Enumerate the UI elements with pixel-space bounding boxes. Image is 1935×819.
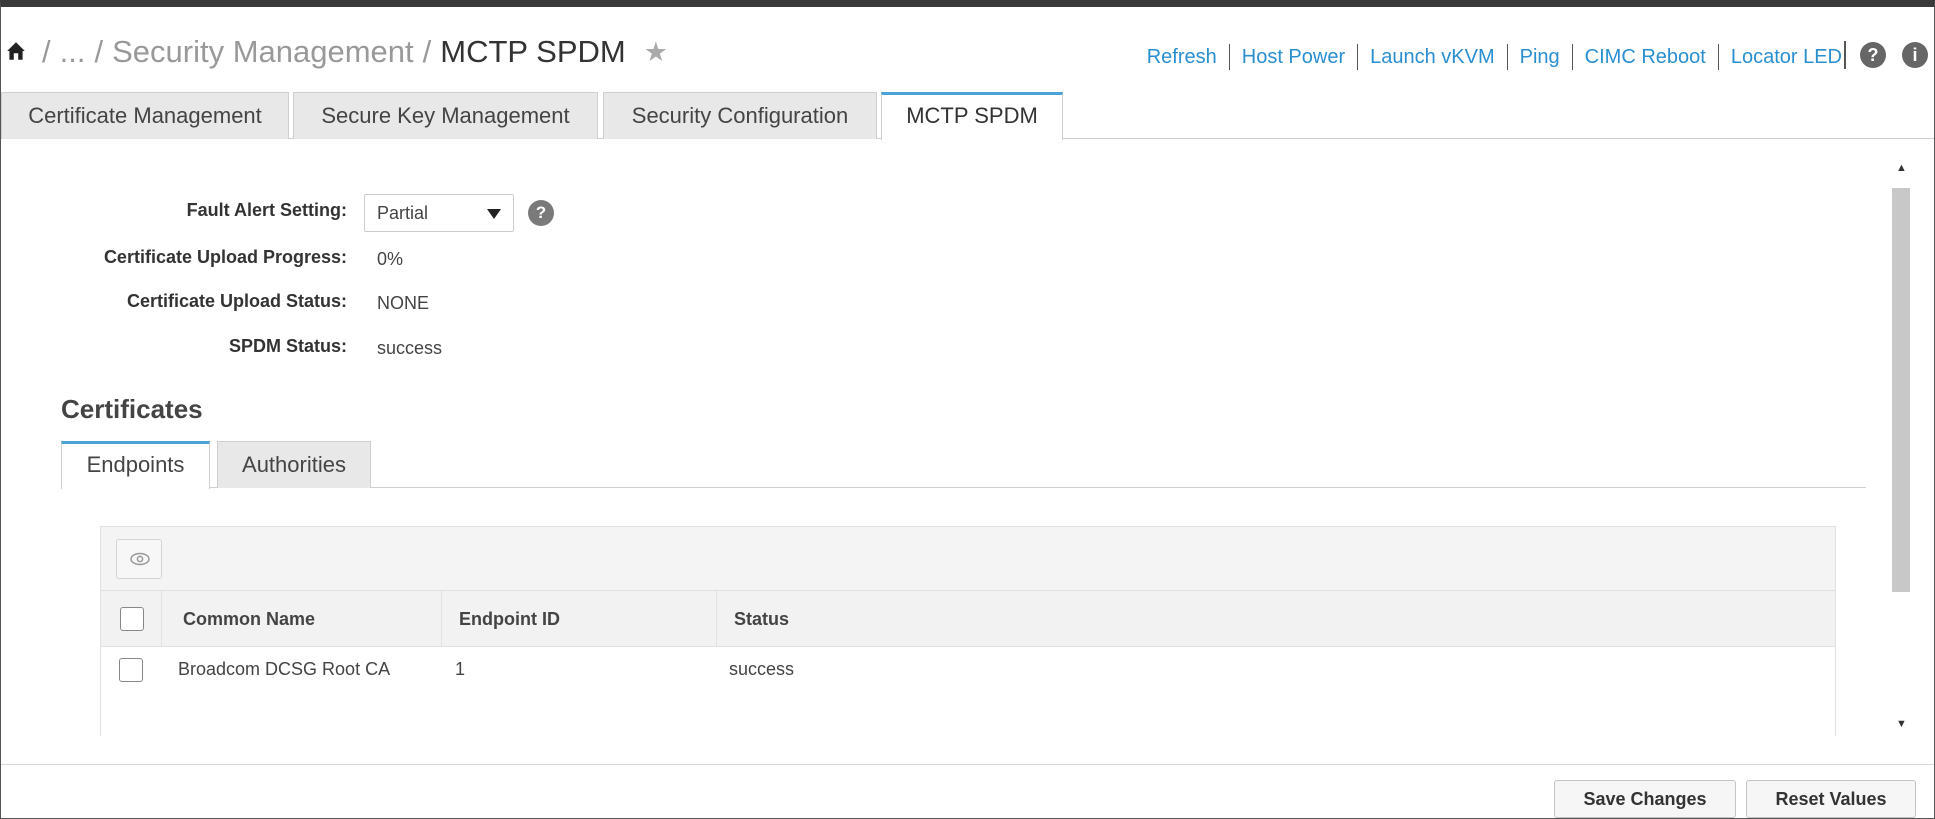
launch-vkvm-link[interactable]: Launch vKVM	[1370, 46, 1495, 69]
main-tabs: Certificate Management Secure Key Manage…	[1, 92, 1934, 140]
page-header: / ... / Security Management / MCTP SPDM …	[1, 14, 1934, 92]
action-divider	[1506, 44, 1508, 70]
cimc-reboot-link[interactable]: CIMC Reboot	[1585, 46, 1706, 69]
scroll-down-arrow-icon[interactable]: ▼	[1896, 718, 1907, 730]
cell-endpoint-id: 1	[455, 659, 466, 679]
fault-alert-setting-select[interactable]: Partial	[364, 194, 514, 232]
column-header-common-name[interactable]: Common Name	[183, 591, 315, 647]
breadcrumb-parent[interactable]: Security Management	[112, 34, 414, 70]
breadcrumb: / ... / Security Management / MCTP SPDM …	[33, 34, 668, 70]
page-title: MCTP SPDM	[440, 34, 626, 69]
select-all-checkbox[interactable]	[120, 607, 144, 631]
certificates-heading: Certificates	[61, 394, 203, 424]
ping-link[interactable]: Ping	[1520, 46, 1560, 69]
upload-progress-label: Certificate Upload Progress:	[103, 247, 347, 267]
locator-led-link[interactable]: Locator LED	[1731, 46, 1842, 69]
upload-progress-value: 0%	[377, 249, 404, 269]
action-divider	[1717, 44, 1719, 70]
fault-alert-setting-label: Fault Alert Setting:	[186, 200, 347, 220]
help-icon[interactable]: ?	[528, 200, 554, 226]
breadcrumb-separator: /	[94, 34, 104, 69]
vertical-scrollbar[interactable]: ▲ ▼	[1888, 162, 1914, 736]
column-header-status[interactable]: Status	[734, 591, 789, 647]
table-row[interactable]: Broadcom DCSG Root CA 1 success	[101, 647, 1835, 695]
upload-status-label: Certificate Upload Status:	[126, 291, 347, 311]
scroll-thumb[interactable]	[1892, 188, 1910, 592]
refresh-link[interactable]: Refresh	[1147, 46, 1217, 69]
star-icon[interactable]: ★	[644, 37, 668, 68]
action-divider	[1844, 41, 1846, 69]
subtab-endpoints[interactable]: Endpoints	[61, 441, 210, 489]
reset-values-button[interactable]: Reset Values	[1746, 780, 1916, 818]
column-visibility-button[interactable]	[116, 539, 162, 579]
header-help-group: ? i	[1844, 41, 1928, 69]
breadcrumb-ellipsis[interactable]: ...	[60, 34, 86, 70]
column-divider	[716, 591, 717, 647]
chevron-down-icon	[487, 209, 501, 219]
cell-common-name: Broadcom DCSG Root CA	[178, 659, 391, 679]
fault-alert-setting-value: Partial	[377, 203, 429, 223]
spdm-status-label: SPDM Status:	[228, 336, 347, 356]
eye-icon	[130, 552, 150, 566]
tab-security-configuration[interactable]: Security Configuration	[603, 92, 877, 139]
subtab-authorities[interactable]: Authorities	[217, 441, 371, 488]
tab-certificate-management[interactable]: Certificate Management	[1, 92, 289, 139]
column-header-endpoint-id[interactable]: Endpoint ID	[459, 591, 560, 647]
tab-secure-key-management[interactable]: Secure Key Management	[293, 92, 598, 139]
column-divider	[441, 591, 442, 647]
breadcrumb-separator: /	[422, 34, 432, 69]
action-divider	[1357, 44, 1359, 70]
save-changes-button[interactable]: Save Changes	[1554, 780, 1736, 818]
info-icon[interactable]: i	[1902, 42, 1928, 68]
upload-status-value: NONE	[377, 293, 430, 313]
action-divider	[1571, 44, 1573, 70]
table-header: Common Name Endpoint ID Status	[101, 591, 1835, 647]
column-divider	[161, 591, 162, 647]
host-power-link[interactable]: Host Power	[1242, 46, 1345, 69]
home-icon[interactable]	[5, 40, 27, 62]
endpoints-table: Common Name Endpoint ID Status Broadcom …	[100, 526, 1836, 736]
app-frame: / ... / Security Management / MCTP SPDM …	[0, 0, 1935, 819]
breadcrumb-separator: /	[42, 34, 51, 69]
tab-mctp-spdm[interactable]: MCTP SPDM	[881, 92, 1063, 140]
row-checkbox[interactable]	[119, 658, 143, 682]
scroll-up-arrow-icon[interactable]: ▲	[1896, 162, 1907, 174]
spdm-status-value: success	[377, 338, 443, 358]
footer-divider	[1, 764, 1934, 765]
action-divider	[1228, 44, 1230, 70]
help-icon[interactable]: ?	[1860, 42, 1886, 68]
table-toolbar	[101, 527, 1835, 591]
header-actions: Refresh Host Power Launch vKVM Ping CIMC…	[1147, 44, 1842, 70]
cell-status: success	[729, 659, 795, 679]
